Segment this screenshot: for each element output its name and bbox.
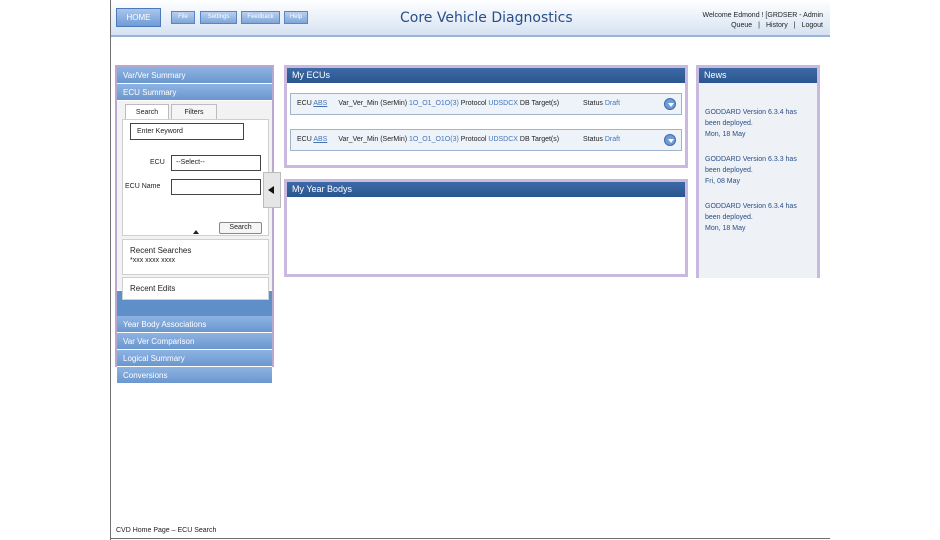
ecu-label: ECU (150, 159, 165, 166)
ecu-select[interactable]: --Select-- (171, 155, 261, 171)
accordion-logical-summary[interactable]: Logical Summary (117, 350, 272, 367)
news-panel: News GODDARD Version 6.3.4 has been depl… (696, 65, 820, 278)
search-form: Enter Keyword ECU --Select-- ECU Name Se… (122, 119, 269, 236)
ecu-row: ECU ABS Var_Ver_Min (SerMin) 1O_O1_O1O(3… (290, 93, 682, 115)
recent-search-item[interactable]: *xxx xxxx xxxx (130, 257, 261, 264)
settings-menu-button[interactable]: Settings (200, 11, 237, 24)
search-button[interactable]: Search (219, 222, 262, 234)
accordion-ecu-summary[interactable]: ECU Summary (117, 84, 272, 101)
expand-row-icon[interactable] (664, 98, 676, 110)
ecu-link[interactable]: ABS (313, 100, 327, 107)
left-sidebar: Var/Ver Summary ECU Summary Search Filte… (115, 65, 274, 384)
accordion-conversions[interactable]: Conversions (117, 367, 272, 384)
var-ver-value: 1O_O1_O1O(3) (409, 136, 459, 143)
recent-searches: Recent Searches *xxx xxxx xxxx (122, 239, 269, 275)
file-menu-button[interactable]: File (171, 11, 195, 24)
status-label: Status (583, 136, 603, 143)
collapse-up-icon[interactable] (193, 230, 199, 234)
page-left-border (110, 0, 111, 540)
news-item[interactable]: GODDARD Version 6.3.4 has been deployed.… (705, 201, 811, 234)
history-link[interactable]: History (766, 22, 788, 29)
tab-search[interactable]: Search (125, 104, 169, 120)
home-button[interactable]: HOME (116, 8, 161, 27)
db-target-label: DB Target(s) (519, 136, 560, 143)
my-ecus-panel: My ECUs ECU ABS Var_Ver_Min (SerMin) 1O_… (284, 65, 688, 168)
ecu-row: ECU ABS Var_Ver_Min (SerMin) 1O_O1_O1O(3… (290, 129, 682, 151)
news-item[interactable]: GODDARD Version 6.3.3 has been deployed.… (705, 154, 811, 187)
news-text: GODDARD Version 6.3.4 has been deployed. (705, 203, 797, 221)
protocol-label: Protocol (460, 136, 487, 143)
news-item[interactable]: GODDARD Version 6.3.4 has been deployed.… (705, 107, 811, 140)
my-ecus-title: My ECUs (287, 68, 685, 83)
logout-link[interactable]: Logout (802, 22, 823, 29)
app-header: HOME File Settings Feedback Help Core Ve… (111, 0, 830, 37)
expand-row-icon[interactable] (664, 134, 676, 146)
ecu-name-label: ECU Name (125, 183, 161, 190)
ecu-summary-panel: Search Filters Enter Keyword ECU --Selec… (117, 101, 272, 300)
status-value: Draft (604, 100, 621, 107)
sidebar-collapse-handle[interactable] (263, 172, 281, 208)
news-title: News (699, 68, 817, 83)
keyword-input[interactable]: Enter Keyword (130, 123, 244, 140)
queue-link[interactable]: Queue (731, 22, 752, 29)
ecu-name-input[interactable] (171, 179, 261, 195)
var-ver-value: 1O_O1_O1O(3) (409, 100, 459, 107)
welcome-text: Welcome Edmond ! [GRDSER - Admin (702, 12, 823, 19)
tab-filters[interactable]: Filters (171, 104, 217, 120)
news-date: Mon, 18 May (705, 131, 746, 138)
footer-caption: CVD Home Page – ECU Search (116, 527, 217, 534)
accordion-var-ver-summary[interactable]: Var/Ver Summary (117, 67, 272, 84)
recent-edits-title[interactable]: Recent Edits (130, 284, 261, 293)
ecu-field-label: ECU (297, 136, 312, 143)
protocol-value: UDSDCX (488, 100, 518, 107)
recent-searches-title: Recent Searches (130, 246, 192, 255)
var-ver-label: Var_Ver_Min (SerMin) (338, 100, 408, 107)
accordion-year-body-associations[interactable]: Year Body Associations (117, 316, 272, 333)
protocol-value: UDSDCX (488, 136, 518, 143)
feedback-menu-button[interactable]: Feedback (241, 11, 280, 24)
protocol-label: Protocol (460, 100, 487, 107)
status-label: Status (583, 100, 603, 107)
page-bottom-border (110, 538, 830, 539)
my-year-bodys-title: My Year Bodys (287, 182, 685, 197)
my-year-bodys-panel: My Year Bodys (284, 179, 688, 277)
status-value: Draft (604, 136, 621, 143)
top-links: Queue | History | Logout (731, 22, 823, 29)
app-title: Core Vehicle Diagnostics (400, 10, 573, 26)
recent-edits: Recent Edits (122, 277, 269, 300)
help-menu-button[interactable]: Help (284, 11, 308, 24)
accordion-var-ver-comparison[interactable]: Var Ver Comparison (117, 333, 272, 350)
var-ver-label: Var_Ver_Min (SerMin) (338, 136, 408, 143)
ecu-link[interactable]: ABS (313, 136, 327, 143)
news-text: GODDARD Version 6.3.3 has been deployed. (705, 156, 797, 174)
news-list: GODDARD Version 6.3.4 has been deployed.… (699, 83, 817, 278)
collapse-left-icon (268, 186, 274, 194)
ecu-field-label: ECU (297, 100, 312, 107)
news-date: Fri, 08 May (705, 178, 741, 185)
news-text: GODDARD Version 6.3.4 has been deployed. (705, 109, 797, 127)
db-target-label: DB Target(s) (519, 100, 560, 107)
news-date: Mon, 18 May (705, 225, 746, 232)
